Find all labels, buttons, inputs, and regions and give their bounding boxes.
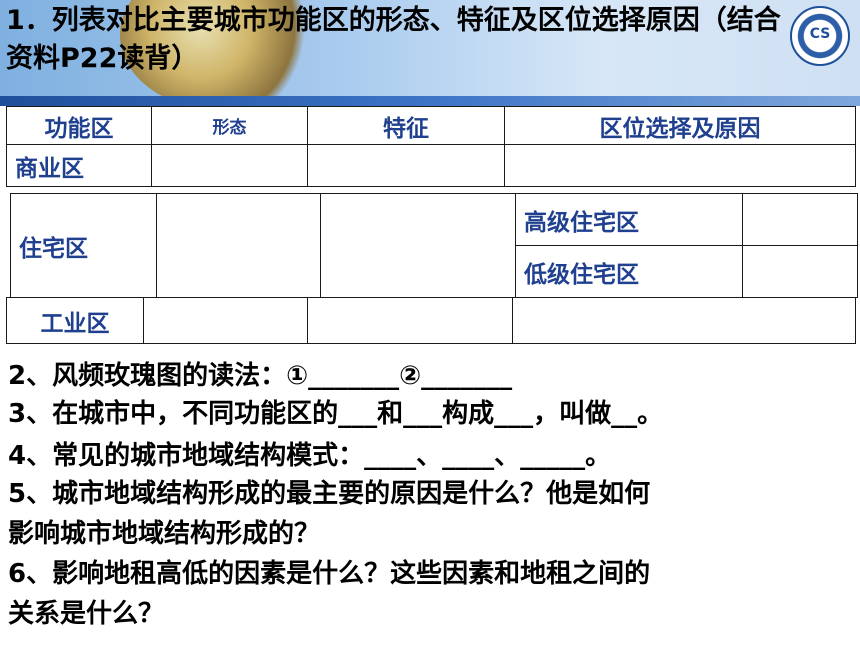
header-location: 区位选择及原因: [504, 106, 856, 145]
question-6-line-1: 6、影响地租高低的因素是什么？这些因素和地租之间的: [8, 559, 651, 589]
row-label-industrial: 工业区: [6, 297, 144, 344]
question-2: 2、风频玫瑰图的读法：①_______②_______: [8, 361, 513, 391]
function-area-table: 功能区 形态 特征 区位选择及原因 商业区: [6, 106, 856, 187]
question-4: 4、常见的城市地域结构模式：____、____、_____。: [8, 441, 612, 471]
cell-commercial-location[interactable]: [504, 144, 856, 187]
row-label-residential: 住宅区: [10, 193, 157, 298]
cell-industrial-features[interactable]: [307, 297, 513, 344]
header-strip: [0, 96, 860, 106]
cell-industrial-location[interactable]: [512, 297, 856, 344]
cell-residential-form[interactable]: [156, 193, 321, 298]
header-features: 特征: [307, 106, 505, 145]
page-title: 1．列表对比主要城市功能区的形态、特征及区位选择原因（结合资料P22读背）: [6, 5, 781, 74]
cell-industrial-form[interactable]: [143, 297, 308, 344]
cell-high-residential[interactable]: [742, 193, 858, 246]
row-label-high-residential: 高级住宅区: [515, 193, 743, 246]
row-label-low-residential: 低级住宅区: [515, 245, 743, 298]
header-form: 形态: [151, 106, 308, 145]
residential-table: 住宅区 高级住宅区 低级住宅区: [10, 193, 858, 298]
industrial-table: 工业区: [6, 297, 856, 344]
cell-low-residential[interactable]: [742, 245, 858, 298]
question-5-line-1: 5、城市地域结构形成的最主要的原因是什么？他是如何: [8, 479, 651, 509]
cell-commercial-form[interactable]: [151, 144, 308, 187]
question-5-line-2: 影响城市地域结构形成的？: [8, 519, 321, 549]
question-3: 3、在城市中，不同功能区的___和___构成___，叫做__。: [8, 399, 664, 429]
header-function-area: 功能区: [6, 106, 152, 145]
cell-residential-features[interactable]: [320, 193, 516, 298]
question-6-line-2: 关系是什么？: [8, 599, 165, 629]
school-logo-icon: CS: [790, 6, 850, 66]
cell-commercial-features[interactable]: [307, 144, 505, 187]
row-label-commercial: 商业区: [6, 144, 152, 187]
